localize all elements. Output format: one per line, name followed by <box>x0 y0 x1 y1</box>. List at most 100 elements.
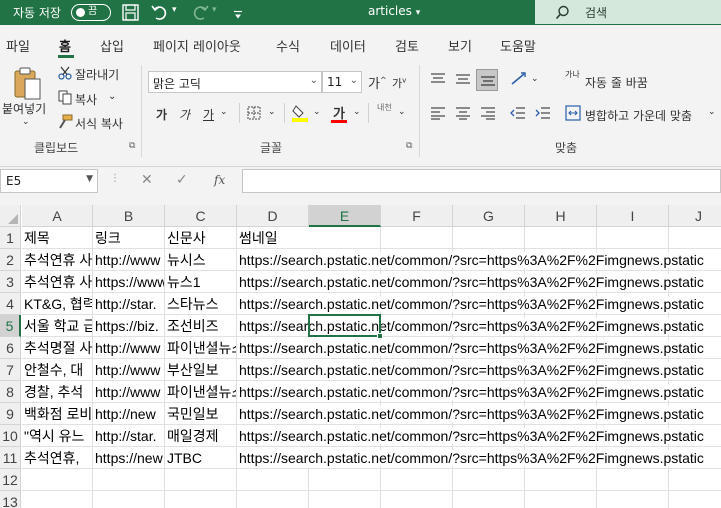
tab-insert[interactable]: 삽입 <box>100 36 124 55</box>
row-header-12[interactable]: 12 <box>0 469 21 491</box>
cancel-icon[interactable]: ✕ <box>141 172 153 188</box>
cell-e12[interactable] <box>309 469 381 491</box>
fill-color-dropdown-icon[interactable]: ⌄ <box>313 107 321 117</box>
row-header-5[interactable]: 5 <box>0 315 21 337</box>
cell-a8[interactable]: 경찰, 추석 <box>22 381 93 403</box>
underline-dropdown-icon[interactable]: ⌄ <box>220 107 228 117</box>
tab-home[interactable]: 홈 <box>59 36 71 55</box>
cell-b1[interactable]: 링크 <box>93 227 165 249</box>
cell-a5[interactable]: 서울 학교 급 <box>22 315 93 337</box>
paste-button[interactable]: 붙여넣기 <box>2 100 46 117</box>
cell-f13[interactable] <box>381 491 453 508</box>
cell-b11[interactable]: https://new <box>93 447 165 469</box>
insert-function-button[interactable]: fx <box>214 173 225 187</box>
cell-a7[interactable]: 안철수, 대 <box>22 359 93 381</box>
row-header-6[interactable]: 6 <box>0 337 21 359</box>
align-left-icon[interactable] <box>430 106 446 120</box>
column-header-f[interactable]: F <box>381 205 453 227</box>
font-launcher-icon[interactable]: ⧉ <box>406 141 412 151</box>
cell-a9[interactable]: 백화점 로비 <box>22 403 93 425</box>
phonetic-button[interactable]: 내천 <box>377 104 393 112</box>
cell-c6[interactable]: 파이낸셜뉴스 <box>165 337 237 359</box>
cell-d9[interactable]: https://search.pstatic.net/common/?src=h… <box>237 403 704 425</box>
worksheet-grid[interactable]: A B C D E F G H I J 1 제목 링크 신문사 썸네일 2 추석연휴 사 http://www 뉴시… <box>0 205 721 508</box>
italic-button[interactable]: 가 <box>179 106 190 123</box>
tab-file[interactable]: 파일 <box>6 36 30 55</box>
column-header-a[interactable]: A <box>22 205 93 227</box>
cell-b12[interactable] <box>93 469 165 491</box>
cell-j1[interactable] <box>669 227 721 249</box>
increase-indent-icon[interactable] <box>535 106 551 120</box>
cell-g13[interactable] <box>453 491 525 508</box>
align-bottom-button[interactable] <box>476 69 498 91</box>
row-header-4[interactable]: 4 <box>0 293 21 315</box>
enter-icon[interactable]: ✓ <box>176 172 188 188</box>
cell-b4[interactable]: http://star. <box>93 293 165 315</box>
align-center-icon[interactable] <box>455 106 471 120</box>
cell-h1[interactable] <box>525 227 597 249</box>
cell-f12[interactable] <box>381 469 453 491</box>
autosave-toggle[interactable]: 끔 <box>71 4 111 21</box>
cell-c4[interactable]: 스타뉴스 <box>165 293 237 315</box>
tab-data[interactable]: 데이터 <box>330 36 366 55</box>
cell-b2[interactable]: http://www <box>93 249 165 271</box>
cell-d11[interactable]: https://search.pstatic.net/common/?src=h… <box>237 447 704 469</box>
column-header-e[interactable]: E <box>309 205 381 227</box>
row-header-3[interactable]: 3 <box>0 271 21 293</box>
customize-toolbar-icon[interactable] <box>232 6 244 25</box>
cell-c11[interactable]: JTBC <box>165 447 237 469</box>
cell-d13[interactable] <box>237 491 309 508</box>
copy-dropdown-icon[interactable]: ⌄ <box>108 91 116 102</box>
cell-c7[interactable]: 부산일보 <box>165 359 237 381</box>
cell-d7[interactable]: https://search.pstatic.net/common/?src=h… <box>237 359 704 381</box>
cell-b3[interactable]: https://www <box>93 271 165 293</box>
cell-b10[interactable]: http://star. <box>93 425 165 447</box>
cell-a3[interactable]: 추석연휴 사 <box>22 271 93 293</box>
cell-c1[interactable]: 신문사 <box>165 227 237 249</box>
document-title[interactable]: articles ▾ <box>368 4 420 18</box>
row-header-13[interactable]: 13 <box>0 491 21 508</box>
clipboard-launcher-icon[interactable]: ⧉ <box>129 141 135 151</box>
cell-a13[interactable] <box>22 491 93 508</box>
row-header-9[interactable]: 9 <box>0 403 21 425</box>
column-header-h[interactable]: H <box>525 205 597 227</box>
cell-h12[interactable] <box>525 469 597 491</box>
cell-j13[interactable] <box>669 491 721 508</box>
font-name-select[interactable]: 맑은 고딕 ⌄ <box>148 71 322 93</box>
cell-e13[interactable] <box>309 491 381 508</box>
redo-icon[interactable] <box>190 3 210 22</box>
cell-d1[interactable]: 썸네일 <box>237 227 309 249</box>
bold-button[interactable]: 가 <box>156 106 167 123</box>
column-header-g[interactable]: G <box>453 205 525 227</box>
fill-color-icon[interactable] <box>292 104 308 122</box>
name-box[interactable]: E5 ▼ <box>0 169 98 193</box>
paste-icon[interactable] <box>13 66 43 102</box>
cell-c9[interactable]: 국민일보 <box>165 403 237 425</box>
column-header-c[interactable]: C <box>165 205 237 227</box>
cell-a12[interactable] <box>22 469 93 491</box>
cell-b6[interactable]: http://www <box>93 337 165 359</box>
cell-a6[interactable]: 추석명절 사 <box>22 337 93 359</box>
row-header-2[interactable]: 2 <box>0 249 21 271</box>
column-header-d[interactable]: D <box>237 205 309 227</box>
column-header-j[interactable]: J <box>669 205 721 227</box>
cell-a11[interactable]: 추석연휴, <box>22 447 93 469</box>
row-header-1[interactable]: 1 <box>0 227 21 249</box>
cell-d2[interactable]: https://search.pstatic.net/common/?src=h… <box>237 249 704 271</box>
wrap-text-button[interactable]: 자동 줄 바꿈 <box>585 74 648 91</box>
tab-page-layout[interactable]: 페이지 레이아웃 <box>153 36 241 55</box>
cell-a10[interactable]: "역시 유느 <box>22 425 93 447</box>
cell-d4[interactable]: https://search.pstatic.net/common/?src=h… <box>237 293 704 315</box>
phonetic-dropdown-icon[interactable]: ⌄ <box>398 107 406 117</box>
row-header-11[interactable]: 11 <box>0 447 21 469</box>
cell-j12[interactable] <box>669 469 721 491</box>
merge-center-button[interactable]: 병합하고 가운데 맞춤 <box>585 107 692 124</box>
cell-d10[interactable]: https://search.pstatic.net/common/?src=h… <box>237 425 704 447</box>
cell-g12[interactable] <box>453 469 525 491</box>
cell-c8[interactable]: 파이낸셜뉴스 <box>165 381 237 403</box>
cell-c3[interactable]: 뉴스1 <box>165 271 237 293</box>
row-header-7[interactable]: 7 <box>0 359 21 381</box>
cell-i12[interactable] <box>597 469 669 491</box>
search-box[interactable]: 검색 <box>535 0 721 24</box>
cell-b13[interactable] <box>93 491 165 508</box>
